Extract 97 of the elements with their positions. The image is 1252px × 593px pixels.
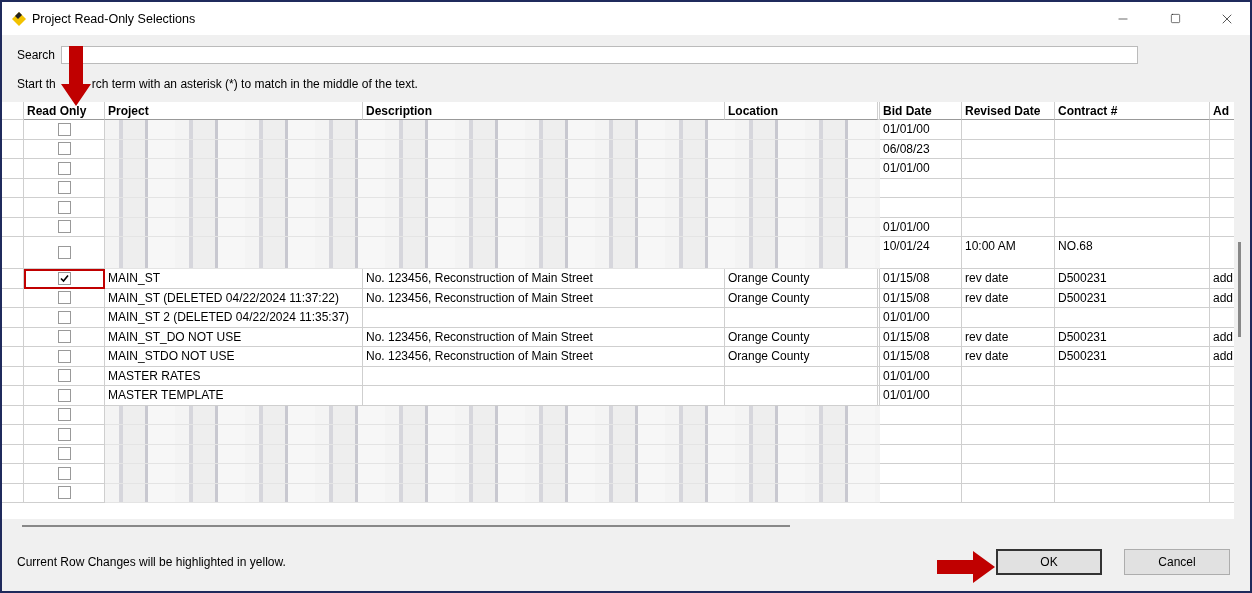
column-header[interactable]: Revised Date xyxy=(962,102,1055,120)
table-cell: 01/01/00 xyxy=(880,366,962,386)
read-only-checkbox[interactable] xyxy=(57,181,71,195)
status-text: Current Row Changes will be highlighted in yellow. xyxy=(17,555,287,569)
table-cell: No. 123456, Reconstruction of Main Street xyxy=(363,347,725,367)
table-cell: 01/01/00 xyxy=(880,308,962,328)
table-cell: D500231 xyxy=(1055,347,1210,367)
table-cell: rev date xyxy=(962,347,1055,367)
maximize-icon[interactable] xyxy=(1169,13,1181,24)
table-cell: No. 123456, Reconstruction of Main Street xyxy=(363,288,725,308)
row-header[interactable] xyxy=(2,444,24,464)
table-cell: 01/01/00 xyxy=(880,217,962,237)
row-header[interactable] xyxy=(2,139,24,159)
row-header[interactable] xyxy=(2,308,24,328)
table-cell: MASTER TEMPLATE xyxy=(105,386,363,406)
row-header[interactable] xyxy=(2,327,24,347)
table-cell: MASTER RATES xyxy=(105,366,363,386)
app-logo-icon xyxy=(12,11,26,26)
window-title: Project Read-Only Selections xyxy=(32,11,197,26)
table-cell: 10/01/24 xyxy=(880,237,962,269)
table-cell: 01/15/08 xyxy=(880,288,962,308)
read-only-checkbox[interactable] xyxy=(57,122,71,136)
table-cell: Orange County xyxy=(725,347,878,367)
table-cell: 01/01/00 xyxy=(880,120,962,140)
table-cell: rev date xyxy=(962,269,1055,289)
horizontal-scrollbar[interactable] xyxy=(22,525,790,527)
read-only-checkbox[interactable] xyxy=(57,330,71,344)
table-cell: MAIN_ST (DELETED 04/22/2024 11:37:22) xyxy=(105,288,363,308)
row-header[interactable] xyxy=(2,178,24,198)
row-header[interactable] xyxy=(2,386,24,406)
column-header[interactable]: Contract # xyxy=(1055,102,1210,120)
table-cell: D500231 xyxy=(1055,327,1210,347)
row-header[interactable] xyxy=(2,198,24,218)
read-only-checkbox[interactable] xyxy=(57,388,71,402)
table-cell: No. 123456, Reconstruction of Main Street xyxy=(363,327,725,347)
read-only-checkbox[interactable] xyxy=(57,427,71,441)
row-header[interactable] xyxy=(2,347,24,367)
search-label: Search xyxy=(17,48,56,62)
table-cell: MAIN_ST 2 (DELETED 04/22/2024 11:35:37) xyxy=(105,308,363,328)
table-cell: MAIN_ST xyxy=(105,269,363,289)
row-header[interactable] xyxy=(2,405,24,425)
ok-button[interactable]: OK xyxy=(996,549,1102,575)
column-header[interactable]: Bid Date xyxy=(880,102,962,120)
table-cell: Orange County xyxy=(725,269,878,289)
read-only-checkbox[interactable] xyxy=(57,369,71,383)
grid-corner[interactable] xyxy=(2,102,24,120)
read-only-checkbox[interactable] xyxy=(57,349,71,363)
help-text: Start th xyxy=(17,77,56,91)
read-only-checkbox[interactable] xyxy=(57,466,71,480)
table-cell: Orange County xyxy=(725,288,878,308)
row-header[interactable] xyxy=(2,159,24,179)
table-cell: 10:00 AM xyxy=(962,237,1055,269)
row-header[interactable] xyxy=(2,425,24,445)
read-only-checkbox[interactable] xyxy=(57,408,71,422)
search-field[interactable] xyxy=(61,46,1139,64)
table-cell: 06/08/23 xyxy=(880,139,962,159)
right-arrow-icon xyxy=(937,551,995,583)
table-cell: D500231 xyxy=(1055,269,1210,289)
table-cell: 01/01/00 xyxy=(880,386,962,406)
row-header[interactable] xyxy=(2,237,24,269)
read-only-checkbox[interactable] xyxy=(57,246,71,259)
down-arrow-icon xyxy=(61,46,91,106)
table-cell: No. 123456, Reconstruction of Main Street xyxy=(363,269,725,289)
table-cell: rev date xyxy=(962,327,1055,347)
column-header[interactable]: Description xyxy=(363,102,725,120)
read-only-checkbox[interactable] xyxy=(57,142,71,156)
read-only-checkbox[interactable] xyxy=(57,291,71,305)
table-cell: 01/15/08 xyxy=(880,269,962,289)
read-only-checkbox[interactable] xyxy=(57,200,71,214)
help-text: rch term with an asterisk (*) to match in the middle of the text. xyxy=(91,77,418,91)
table-cell: 01/15/08 xyxy=(880,347,962,367)
column-header[interactable]: Location xyxy=(725,102,878,120)
table-cell: 01/15/08 xyxy=(880,327,962,347)
table-cell: MAIN_ST_DO NOT USE xyxy=(105,327,363,347)
table-cell: 01/01/00 xyxy=(880,159,962,179)
row-header[interactable] xyxy=(2,269,24,289)
read-only-checkbox[interactable] xyxy=(57,486,71,500)
row-header[interactable] xyxy=(2,483,24,503)
cancel-button[interactable]: Cancel xyxy=(1124,549,1230,575)
row-header[interactable] xyxy=(2,464,24,484)
table-cell: NO.68 xyxy=(1055,237,1210,269)
read-only-checkbox[interactable] xyxy=(57,310,71,324)
table-cell: rev date xyxy=(962,288,1055,308)
read-only-checkbox[interactable] xyxy=(57,161,71,175)
row-header[interactable] xyxy=(2,217,24,237)
table-cell: MAIN_STDO NOT USE xyxy=(105,347,363,367)
read-only-checkbox[interactable] xyxy=(58,272,71,286)
scrollbar-thumb[interactable] xyxy=(1238,242,1241,337)
column-header[interactable]: Read Only xyxy=(24,102,105,120)
row-header[interactable] xyxy=(2,288,24,308)
row-header[interactable] xyxy=(2,366,24,386)
table-cell: D500231 xyxy=(1055,288,1210,308)
read-only-checkbox[interactable] xyxy=(57,447,71,461)
table-cell: Orange County xyxy=(725,327,878,347)
row-header[interactable] xyxy=(2,120,24,140)
read-only-checkbox[interactable] xyxy=(57,220,71,234)
column-header[interactable]: Project xyxy=(105,102,363,120)
